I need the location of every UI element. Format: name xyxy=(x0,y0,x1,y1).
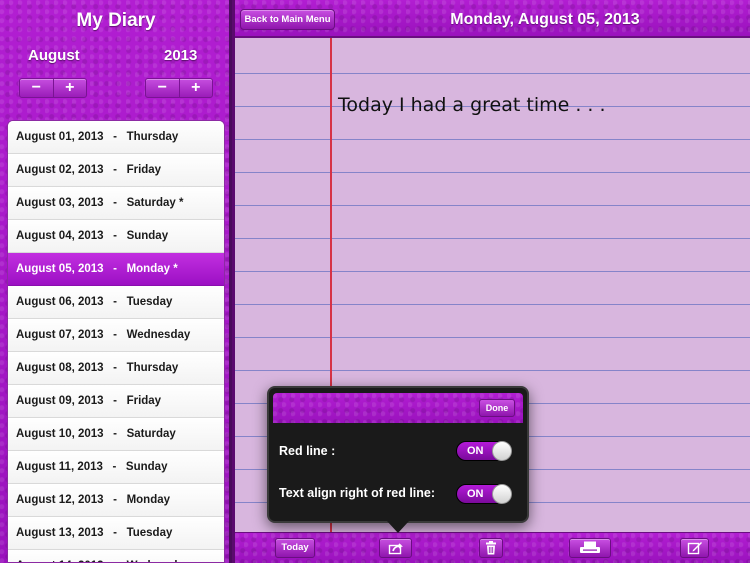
bottom-toolbar: Today xyxy=(235,532,750,563)
date-row[interactable]: August 08, 2013 - Thursday xyxy=(8,352,224,385)
today-button[interactable]: Today xyxy=(275,538,315,558)
month-stepper[interactable]: − + xyxy=(19,78,87,98)
print-icon xyxy=(580,541,600,553)
date-row[interactable]: August 06, 2013 - Tuesday xyxy=(8,286,224,319)
red-line-label: Red line : xyxy=(279,444,336,458)
date-row[interactable]: August 01, 2013 - Thursday xyxy=(8,121,224,154)
date-row[interactable]: August 02, 2013 - Friday xyxy=(8,154,224,187)
month-increment-button[interactable]: + xyxy=(52,79,87,97)
share-button[interactable] xyxy=(379,538,412,558)
toggle-state-label: ON xyxy=(467,488,484,500)
date-row[interactable]: August 07, 2013 - Wednesday xyxy=(8,319,224,352)
month-decrement-button[interactable]: − xyxy=(20,79,53,97)
year-label: 2013 xyxy=(164,47,198,64)
text-align-toggle[interactable]: ON xyxy=(456,484,512,504)
top-bar: Back to Main Menu Monday, August 05, 201… xyxy=(235,0,750,38)
sidebar: My Diary August 2013 − + − + August 01, … xyxy=(0,0,232,563)
date-list[interactable]: August 01, 2013 - Thursday August 02, 20… xyxy=(7,120,225,563)
year-increment-button[interactable]: + xyxy=(178,79,213,97)
date-row[interactable]: August 09, 2013 - Friday xyxy=(8,385,224,418)
date-row-selected[interactable]: August 05, 2013 - Monday * xyxy=(8,253,224,286)
year-stepper[interactable]: − + xyxy=(145,78,213,98)
popover-header: Done xyxy=(273,393,523,423)
date-row[interactable]: August 03, 2013 - Saturday * xyxy=(8,187,224,220)
trash-button[interactable] xyxy=(479,538,503,558)
date-row[interactable]: August 10, 2013 - Saturday xyxy=(8,418,224,451)
date-row[interactable]: August 14, 2013 - Wednesday xyxy=(8,550,224,562)
compose-button[interactable] xyxy=(680,538,709,558)
compose-icon xyxy=(687,542,702,555)
toggle-state-label: ON xyxy=(467,445,484,457)
date-row[interactable]: August 13, 2013 - Tuesday xyxy=(8,517,224,550)
toggle-knob xyxy=(492,484,512,504)
date-row[interactable]: August 11, 2013 - Sunday xyxy=(8,451,224,484)
done-button[interactable]: Done xyxy=(479,399,515,417)
red-line-toggle[interactable]: ON xyxy=(456,441,512,461)
date-row[interactable]: August 04, 2013 - Sunday xyxy=(8,220,224,253)
back-to-main-menu-button[interactable]: Back to Main Menu xyxy=(240,9,335,30)
year-decrement-button[interactable]: − xyxy=(146,79,179,97)
toggle-knob xyxy=(492,441,512,461)
settings-popover: Done Red line : ON Text align right of r… xyxy=(267,386,529,523)
page-title: Monday, August 05, 2013 xyxy=(450,11,640,28)
trash-icon xyxy=(486,541,496,555)
print-button[interactable] xyxy=(569,538,611,558)
month-label: August xyxy=(28,47,80,64)
app-title: My Diary xyxy=(76,10,156,31)
diary-entry-text[interactable]: Today I had a great time . . . xyxy=(338,94,606,116)
share-icon xyxy=(388,543,403,555)
text-align-label: Text align right of red line: xyxy=(279,486,436,500)
popover-arrow xyxy=(387,521,409,533)
date-row[interactable]: August 12, 2013 - Monday xyxy=(8,484,224,517)
